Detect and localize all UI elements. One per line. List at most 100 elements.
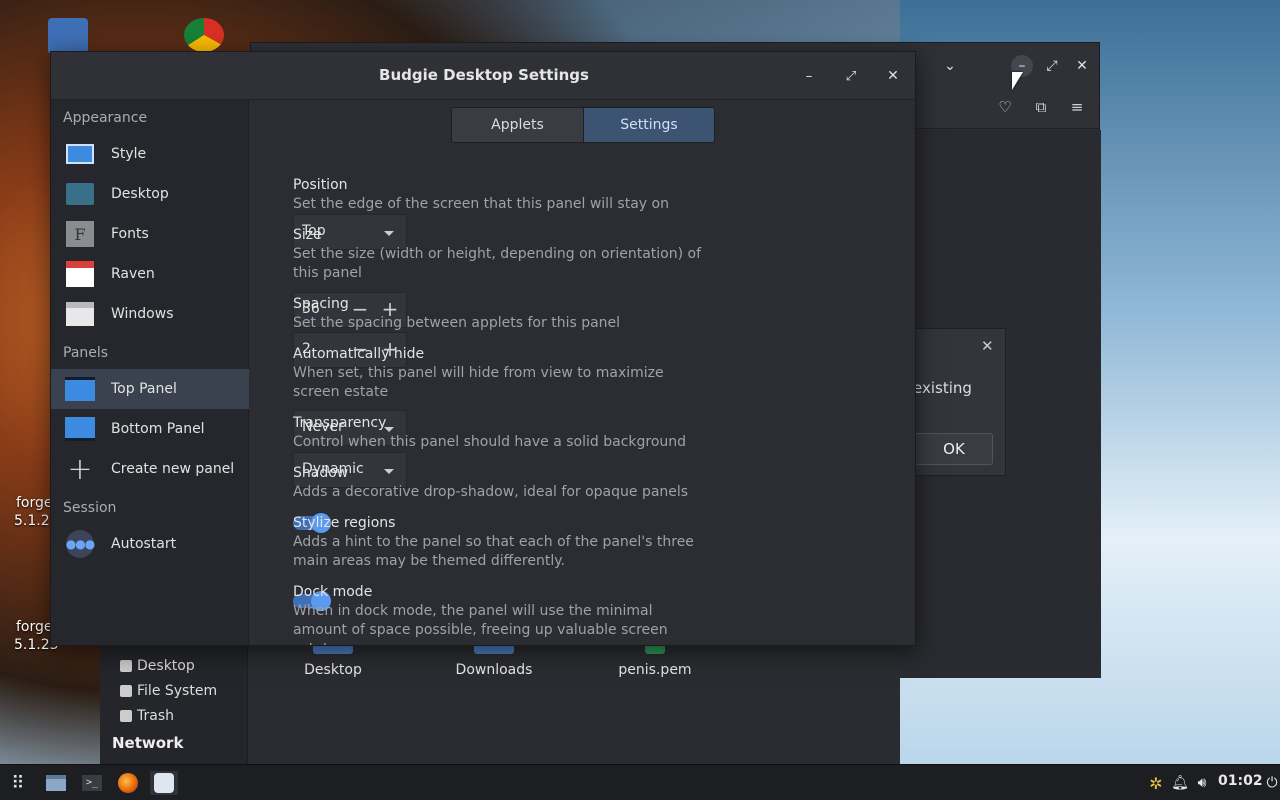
settings-content: Applets Settings Position Set the edge o… xyxy=(250,100,915,645)
setting-description: When set, this panel will hide from view… xyxy=(293,365,664,400)
budgie-settings-taskbar-icon[interactable] xyxy=(150,771,178,795)
app-menu-icon[interactable]: ⠿ xyxy=(6,771,30,795)
setting-description: Set the edge of the screen that this pan… xyxy=(293,196,669,212)
setting-title: Transparency xyxy=(293,415,387,431)
budgie-settings-window: Budgie Desktop Settings – ⤢ ✕ Appearance… xyxy=(50,51,916,646)
file-manager-sidebar: Desktop File System Trash Network xyxy=(100,646,248,764)
fonts-icon: F xyxy=(65,221,95,247)
sidebar-item-label: Top Panel xyxy=(111,381,177,397)
tab-applets[interactable]: Applets xyxy=(452,108,583,142)
setting-title: Size xyxy=(293,227,322,243)
file-label: penis.pem xyxy=(618,662,692,678)
sidebar-item-create-new-panel[interactable]: + Create new panel xyxy=(51,449,249,489)
notification-bell-icon[interactable]: 🔔︎ xyxy=(1168,771,1192,795)
clock[interactable]: 01:02 xyxy=(1218,773,1263,789)
browser-maximize-button[interactable]: ⤢ xyxy=(1041,55,1063,77)
setting-description: Adds a hint to the panel so that each of… xyxy=(293,534,694,569)
place-label: Desktop xyxy=(137,658,195,674)
desktop-label-forge-2: forge xyxy=(16,619,53,635)
power-icon[interactable]: ⏻ xyxy=(1260,771,1280,795)
taskbar: ⠿ >_ ✲ 🔔︎ 🔊︎ 01:02 ⏻ xyxy=(0,764,1280,800)
place-trash[interactable]: Trash xyxy=(120,708,174,724)
browser-close-button[interactable]: ✕ xyxy=(1071,55,1093,77)
sidebar-item-fonts[interactable]: F Fonts xyxy=(51,214,249,254)
section-appearance: Appearance xyxy=(63,110,148,126)
dialog-ok-button[interactable]: OK xyxy=(915,433,993,465)
setting-title: Stylize regions xyxy=(293,515,396,531)
setting-shadow: Shadow Adds a decorative drop-shadow, id… xyxy=(293,464,883,533)
sidebar-item-label: Desktop xyxy=(111,186,169,202)
maximize-button[interactable]: ⤢ xyxy=(839,64,863,88)
pocket-icon[interactable]: ♡ xyxy=(993,95,1017,119)
setting-title: Automatically hide xyxy=(293,346,425,362)
sidebar-item-desktop[interactable]: Desktop xyxy=(51,174,249,214)
terminal-icon[interactable]: >_ xyxy=(80,771,104,795)
window-title: Budgie Desktop Settings xyxy=(379,66,589,84)
place-desktop[interactable]: Desktop xyxy=(120,658,195,674)
place-label: Trash xyxy=(137,708,174,724)
file-item-desktop[interactable]: Desktop xyxy=(283,646,383,678)
setting-description: Set the size (width or height, depending… xyxy=(293,246,701,281)
autostart-icon: ●●● xyxy=(65,530,95,558)
sidebar-item-label: Style xyxy=(111,146,147,162)
extensions-icon[interactable]: ⧉ xyxy=(1029,95,1053,119)
file-manager-icon[interactable] xyxy=(44,771,68,795)
home-folder-icon[interactable] xyxy=(48,18,88,54)
style-icon xyxy=(65,141,95,167)
trash-icon xyxy=(120,710,132,722)
dialog-close-icon[interactable]: ✕ xyxy=(981,337,994,355)
firefox-icon[interactable] xyxy=(116,771,140,795)
file-label: Downloads xyxy=(455,662,533,678)
file-item-downloads[interactable]: Downloads xyxy=(444,646,544,678)
place-file-system[interactable]: File System xyxy=(120,683,217,699)
sidebar-item-style[interactable]: Style xyxy=(51,134,249,174)
file-label: Desktop xyxy=(304,662,362,678)
setting-title: Spacing xyxy=(293,296,349,312)
file-manager-window: Desktop File System Trash Network Deskto… xyxy=(100,646,900,764)
sidebar-item-label: Autostart xyxy=(111,536,177,552)
titlebar: Budgie Desktop Settings – ⤢ ✕ xyxy=(51,52,915,100)
chrome-icon[interactable] xyxy=(184,18,224,52)
volume-icon[interactable]: 🔊︎ xyxy=(1190,771,1214,795)
chevron-down-icon[interactable]: ⌄ xyxy=(939,55,961,77)
sidebar-item-label: Fonts xyxy=(111,226,149,242)
calendar-icon xyxy=(65,261,95,287)
section-panels: Panels xyxy=(63,345,109,361)
plus-icon: + xyxy=(67,451,93,487)
setting-title: Dock mode xyxy=(293,584,373,600)
panel-icon xyxy=(65,416,95,442)
setting-title: Position xyxy=(293,177,348,193)
panel-icon xyxy=(65,376,95,402)
sidebar-item-autostart[interactable]: ●●● Autostart xyxy=(51,524,249,564)
setting-description: When in dock mode, the panel will use th… xyxy=(293,603,668,645)
setting-description: Adds a decorative drop-shadow, ideal for… xyxy=(293,484,689,500)
network-heading: Network xyxy=(112,734,184,752)
sidebar-item-label: Raven xyxy=(111,266,155,282)
tab-switcher: Applets Settings xyxy=(451,107,715,143)
sidebar-item-windows[interactable]: Windows xyxy=(51,294,249,334)
menu-icon[interactable]: ≡ xyxy=(1065,95,1089,119)
sidebar-item-top-panel[interactable]: Top Panel xyxy=(51,369,249,409)
setting-description: Control when this panel should have a so… xyxy=(293,434,687,450)
minimize-button[interactable]: – xyxy=(797,64,821,88)
drive-icon xyxy=(120,685,132,697)
section-session: Session xyxy=(63,500,117,516)
close-button[interactable]: ✕ xyxy=(881,64,905,88)
desktop-icon xyxy=(65,181,95,207)
windows-icon xyxy=(65,301,95,327)
setting-description: Set the spacing between applets for this… xyxy=(293,315,621,331)
desktop-icon xyxy=(120,660,132,672)
folder-icon xyxy=(313,646,353,654)
file-item-pem[interactable]: penis.pem xyxy=(605,646,705,678)
place-label: File System xyxy=(137,683,218,699)
mouse-cursor xyxy=(1012,72,1023,90)
dialog-text: existing xyxy=(913,379,972,397)
setting-title: Shadow xyxy=(293,465,349,481)
settings-sidebar: Appearance Style Desktop F Fonts Raven W… xyxy=(51,100,249,645)
sidebar-item-bottom-panel[interactable]: Bottom Panel xyxy=(51,409,249,449)
sidebar-item-raven[interactable]: Raven xyxy=(51,254,249,294)
setting-dock-mode: Dock mode When in dock mode, the panel w… xyxy=(293,583,883,645)
setting-stylize-regions: Stylize regions Adds a hint to the panel… xyxy=(293,514,883,611)
tab-settings[interactable]: Settings xyxy=(583,108,714,142)
budgie-tray-icon[interactable]: ✲ xyxy=(1144,771,1168,795)
